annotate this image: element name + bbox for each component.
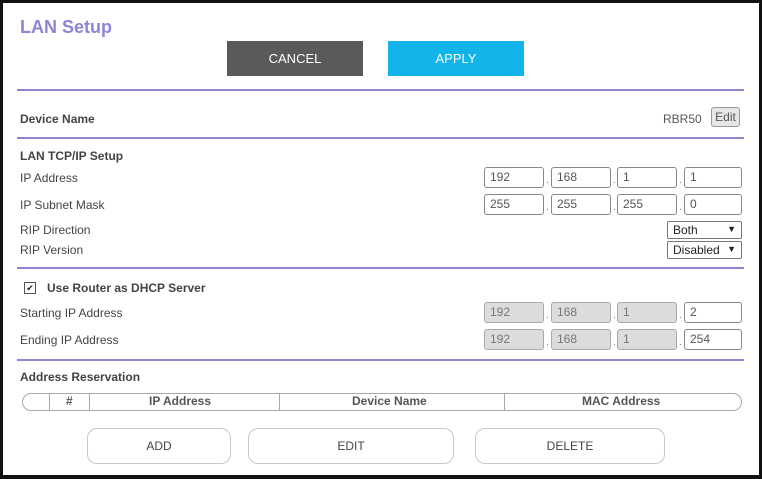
lan-setup-panel: LAN Setup CANCEL APPLY Device Name RBR50… — [0, 0, 762, 479]
octet-separator: . — [613, 175, 616, 186]
octet-separator: . — [546, 175, 549, 186]
column-header-mac-address: MAC Address — [582, 394, 661, 408]
divider — [17, 137, 744, 139]
ip-octet-1-input[interactable]: 192 — [484, 167, 544, 188]
edit-device-name-button[interactable]: Edit — [711, 107, 740, 127]
delete-reservation-button[interactable]: DELETE — [475, 428, 665, 464]
divider — [17, 267, 744, 269]
subnet-mask-label: IP Subnet Mask — [20, 198, 105, 212]
cancel-button[interactable]: CANCEL — [227, 41, 363, 76]
starting-ip-label: Starting IP Address — [20, 306, 123, 320]
dhcp-server-checkbox[interactable]: ✔ — [24, 282, 36, 294]
octet-separator: . — [546, 310, 549, 321]
edit-reservation-button[interactable]: EDIT — [248, 428, 454, 464]
end-octet-4-input[interactable]: 254 — [684, 329, 742, 350]
end-octet-2-input: 168 — [551, 329, 611, 350]
end-octet-3-input: 1 — [617, 329, 677, 350]
mask-octet-1-input[interactable]: 255 — [484, 194, 544, 215]
rip-direction-value: Both — [673, 223, 698, 237]
address-reservation-title: Address Reservation — [20, 370, 141, 384]
start-octet-1-input: 192 — [484, 302, 544, 323]
octet-separator: . — [613, 310, 616, 321]
start-octet-2-input: 168 — [551, 302, 611, 323]
column-separator — [49, 393, 50, 411]
ip-octet-4-input[interactable]: 1 — [684, 167, 742, 188]
octet-separator: . — [679, 202, 682, 213]
column-separator — [89, 393, 90, 411]
lan-tcpip-section-title: LAN TCP/IP Setup — [20, 149, 124, 163]
mask-octet-3-input[interactable]: 255 — [617, 194, 677, 215]
divider — [17, 89, 744, 91]
rip-direction-select[interactable]: Both ▼ — [667, 221, 742, 239]
column-separator — [279, 393, 280, 411]
octet-separator: . — [679, 175, 682, 186]
column-separator — [504, 393, 505, 411]
ip-octet-3-input[interactable]: 1 — [617, 167, 677, 188]
column-header-number: # — [66, 394, 73, 408]
chevron-down-icon: ▼ — [727, 244, 736, 254]
ending-ip-label: Ending IP Address — [20, 333, 119, 347]
rip-version-label: RIP Version — [20, 243, 84, 257]
start-octet-4-input[interactable]: 2 — [684, 302, 742, 323]
ip-octet-2-input[interactable]: 168 — [551, 167, 611, 188]
rip-direction-label: RIP Direction — [20, 223, 91, 237]
ip-address-label: IP Address — [20, 171, 78, 185]
device-name-value: RBR50 — [663, 112, 702, 126]
column-header-device-name: Device Name — [352, 394, 427, 408]
page-title: LAN Setup — [20, 17, 112, 37]
divider — [17, 359, 744, 361]
octet-separator: . — [679, 337, 682, 348]
octet-separator: . — [546, 202, 549, 213]
start-octet-3-input: 1 — [617, 302, 677, 323]
column-header-ip-address: IP Address — [149, 394, 212, 408]
octet-separator: . — [613, 337, 616, 348]
mask-octet-4-input[interactable]: 0 — [684, 194, 742, 215]
octet-separator: . — [546, 337, 549, 348]
apply-button[interactable]: APPLY — [388, 41, 524, 76]
rip-version-select[interactable]: Disabled ▼ — [667, 241, 742, 259]
rip-version-value: Disabled — [673, 243, 720, 257]
octet-separator: . — [679, 310, 682, 321]
add-reservation-button[interactable]: ADD — [87, 428, 231, 464]
chevron-down-icon: ▼ — [727, 224, 736, 234]
device-name-label: Device Name — [20, 112, 95, 126]
dhcp-server-label: Use Router as DHCP Server — [47, 281, 206, 295]
mask-octet-2-input[interactable]: 255 — [551, 194, 611, 215]
octet-separator: . — [613, 202, 616, 213]
end-octet-1-input: 192 — [484, 329, 544, 350]
